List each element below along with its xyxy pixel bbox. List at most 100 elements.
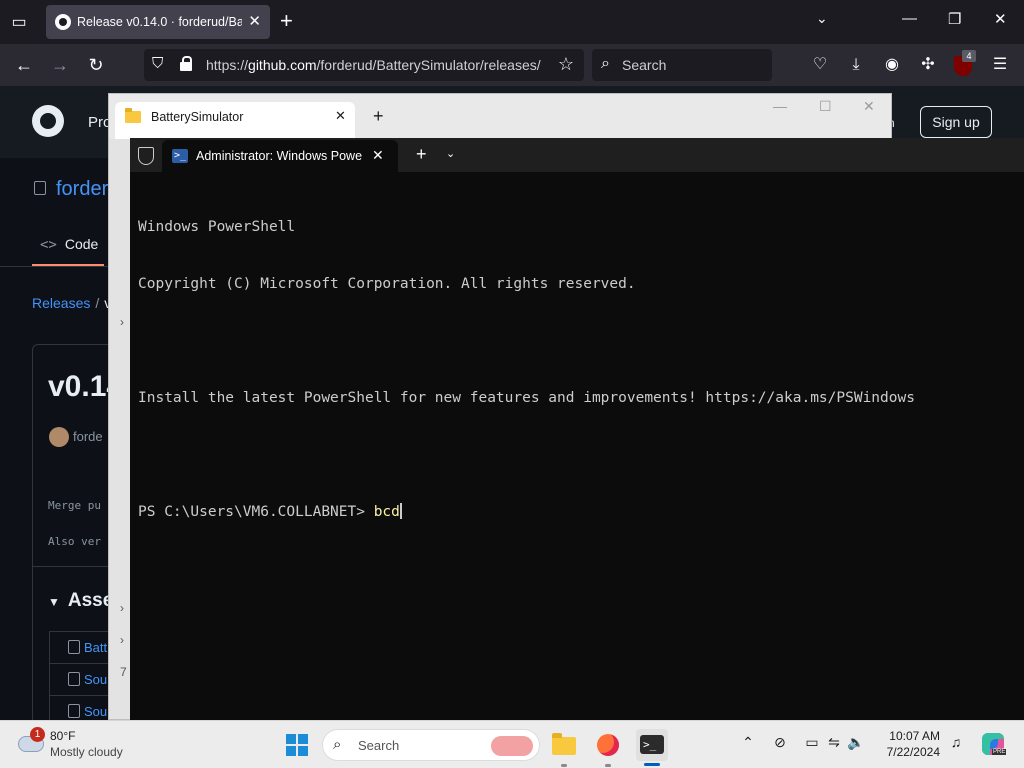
zip-icon (68, 704, 80, 718)
breadcrumb: Releases/v0 (32, 295, 119, 311)
chevron-right-icon[interactable]: › (120, 315, 124, 329)
explorer-tab[interactable]: BatterySimulator ✕ (115, 102, 355, 139)
new-tab-icon[interactable]: + (373, 107, 384, 125)
url-bar[interactable]: ⛉ https://github.com/forderud/BatterySim… (144, 49, 584, 81)
taskbar: 1 80°F Mostly cloudy ⌕ Search >_ ⌃ ⊘ ▭ ⇋… (0, 720, 1024, 768)
repo-name-link[interactable]: forder (56, 178, 108, 201)
url-text[interactable]: https://github.com/forderud/BatterySimul… (206, 57, 548, 73)
clock-date[interactable]: 7/22/2024 (874, 745, 940, 759)
explorer-nav-pane: › › › 7 (109, 139, 131, 719)
windows-start-icon[interactable] (286, 734, 308, 756)
clock-time[interactable]: 10:07 AM (874, 729, 940, 743)
caret-down-icon: ▼ (48, 595, 60, 609)
close-window-icon[interactable]: ✕ (863, 98, 875, 115)
explorer-titlebar: BatterySimulator ✕ + — ☐ ✕ (109, 94, 891, 139)
breadcrumb-releases[interactable]: Releases (32, 295, 90, 311)
terminal-tab[interactable]: >_ Administrator: Windows PowerShell ✕ (162, 140, 398, 172)
release-body-line: Also ver (48, 535, 101, 548)
running-indicator (605, 764, 611, 767)
minimize-icon[interactable]: — (773, 98, 787, 114)
terminal-tab-title: Administrator: Windows PowerShell (196, 149, 362, 163)
download-icon[interactable]: ⤓ (844, 53, 868, 77)
bookmark-star-icon[interactable]: ☆ (558, 54, 574, 75)
taskbar-search-placeholder: Search (358, 738, 400, 753)
folder-icon (125, 108, 141, 123)
search-icon: ⌕ (333, 736, 342, 753)
zip-icon (68, 672, 80, 686)
terminal-line: Windows PowerShell (138, 219, 296, 235)
terminal-icon[interactable]: >_ (636, 729, 668, 761)
tab-code[interactable]: <> Code (40, 236, 98, 253)
shield-icon[interactable]: ⛉ (152, 55, 163, 72)
assets-heading[interactable]: ▼ Asse (48, 590, 113, 612)
network-off-icon[interactable]: ⊘ (770, 734, 790, 751)
back-icon[interactable]: ← (12, 53, 36, 77)
notification-bell-icon[interactable]: ♫ (946, 734, 966, 750)
lock-icon[interactable] (180, 56, 192, 71)
chevron-down-icon[interactable]: ⌄ (446, 147, 455, 160)
code-icon: <> (40, 237, 57, 253)
running-indicator (561, 764, 567, 767)
account-icon[interactable]: ◉ (880, 53, 904, 77)
file-explorer-icon[interactable] (548, 729, 580, 761)
browser-search-bar[interactable]: ⌕ Search (592, 49, 772, 81)
chevron-up-icon[interactable]: ⌃ (738, 734, 758, 751)
menu-icon[interactable]: ☰ (988, 53, 1012, 77)
terminal-line: Copyright (C) Microsoft Corporation. All… (138, 276, 636, 292)
browser-tab-bar: ▭ Release v0.14.0 · forderud/BatterySimu… (0, 0, 1024, 44)
browser-tab-release[interactable]: Release v0.14.0 · forderud/BatterySimula… (46, 5, 270, 39)
close-icon[interactable]: ✕ (372, 147, 384, 164)
release-author[interactable]: forde (73, 429, 103, 444)
browser-nav-bar: ← → ↻ ⛉ https://github.com/forderud/Batt… (0, 44, 1024, 86)
new-tab-icon[interactable]: + (416, 144, 427, 164)
firefox-icon[interactable] (592, 729, 624, 761)
search-placeholder: Search (622, 57, 667, 73)
minimize-icon[interactable]: — (902, 10, 917, 27)
github-favicon-icon (55, 14, 71, 30)
volume-icon[interactable]: 🔈 (846, 734, 866, 751)
terminal-titlebar: >_ Administrator: Windows PowerShell ✕ +… (130, 138, 1024, 172)
google-icon: ⌕ (601, 55, 610, 72)
extensions-icon[interactable]: ✣ (916, 53, 940, 77)
signup-button[interactable]: Sign up (920, 106, 992, 138)
pocket-icon[interactable]: ♡ (808, 53, 832, 77)
avatar[interactable] (49, 427, 69, 447)
maximize-icon[interactable]: ☐ (819, 98, 832, 115)
tab-list-icon[interactable]: ▭ (8, 12, 30, 32)
explorer-tab-title: BatterySimulator (151, 110, 244, 124)
chevron-down-icon[interactable]: ⌄ (816, 10, 828, 27)
repo-icon (34, 181, 46, 195)
release-body-line: Merge pu (48, 499, 101, 512)
package-icon (68, 640, 80, 654)
terminal-prompt-line[interactable]: PS C:\Users\VM6.COLLABNET> bcd (138, 503, 1018, 522)
new-tab-icon[interactable]: + (280, 9, 293, 33)
close-icon[interactable]: ✕ (248, 12, 261, 30)
weather-condition: Mostly cloudy (50, 745, 123, 759)
close-window-icon[interactable]: ✕ (994, 10, 1007, 28)
network-icon[interactable]: ⇋ (824, 734, 844, 751)
admin-shield-icon (138, 147, 154, 165)
powershell-icon: >_ (172, 149, 188, 163)
forward-icon[interactable]: → (48, 53, 72, 77)
restore-icon[interactable]: ❐ (948, 10, 961, 28)
chevron-right-icon[interactable]: › (120, 601, 124, 615)
terminal-command[interactable]: bcd (374, 504, 400, 520)
close-icon[interactable]: ✕ (335, 108, 346, 124)
terminal-window: >_ Administrator: Windows PowerShell ✕ +… (130, 138, 1024, 720)
weather-badge: 1 (30, 727, 45, 742)
taskbar-search[interactable]: ⌕ Search (322, 729, 540, 761)
display-icon[interactable]: ▭ (802, 734, 822, 751)
explorer-side-text: 7 (120, 665, 127, 679)
github-logo-icon[interactable] (32, 105, 64, 137)
text-cursor (399, 503, 402, 519)
extension-badge: 4 (962, 50, 976, 62)
chevron-right-icon[interactable]: › (120, 633, 124, 647)
active-indicator (644, 763, 660, 766)
terminal-line: Install the latest PowerShell for new fe… (138, 390, 915, 406)
terminal-output[interactable]: Windows PowerShell Copyright (C) Microso… (138, 180, 1018, 560)
reload-icon[interactable]: ↻ (84, 53, 108, 77)
search-highlight-icon (491, 736, 533, 756)
copilot-preview-badge: PRE (992, 749, 1007, 755)
